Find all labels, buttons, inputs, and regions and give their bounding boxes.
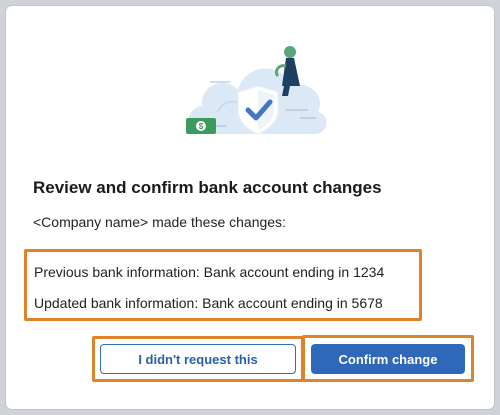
bank-change-dialog: $ Review and confirm bank account change… <box>6 6 494 409</box>
didnt-request-button[interactable]: I didn't request this <box>100 344 296 374</box>
bank-security-illustration: $ <box>186 46 327 135</box>
dialog-subtitle: <Company name> made these changes: <box>33 214 286 230</box>
dialog-title: Review and confirm bank account changes <box>33 178 382 197</box>
svg-text:$: $ <box>199 122 204 131</box>
secondary-button-highlight: I didn't request this <box>92 336 304 382</box>
updated-bank-info: Updated bank information: Bank account e… <box>34 295 383 311</box>
primary-button-highlight: Confirm change <box>302 335 474 382</box>
confirm-change-button[interactable]: Confirm change <box>311 344 465 374</box>
previous-bank-info: Previous bank information: Bank account … <box>34 264 385 280</box>
bank-info-highlight: Previous bank information: Bank account … <box>24 249 422 321</box>
